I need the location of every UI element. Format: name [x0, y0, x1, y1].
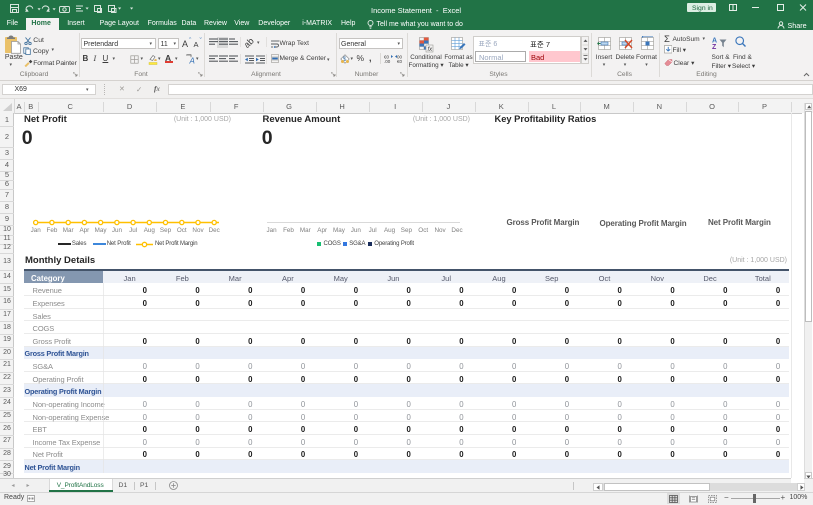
svg-text:A: A: [189, 56, 195, 64]
svg-text:Nov: Nov: [434, 227, 446, 234]
svg-text:€0: €0: [397, 59, 403, 63]
svg-text:Jul: Jul: [369, 227, 377, 234]
svg-text:May: May: [333, 227, 346, 234]
svg-text:Feb: Feb: [46, 227, 57, 234]
svg-text:Oct: Oct: [177, 227, 187, 234]
svg-text:May: May: [95, 227, 108, 234]
svg-text:Jun: Jun: [112, 227, 123, 234]
svg-text:Sep: Sep: [160, 227, 172, 234]
svg-text:Feb: Feb: [283, 227, 294, 234]
svg-text:Jun: Jun: [351, 227, 362, 234]
svg-text:Mar: Mar: [300, 227, 311, 234]
svg-text:Apr: Apr: [79, 227, 89, 234]
svg-text:Dec: Dec: [451, 227, 462, 234]
svg-text:ab: ab: [245, 38, 255, 48]
svg-text:Apr: Apr: [317, 227, 327, 234]
svg-text:Mar: Mar: [63, 227, 74, 234]
svg-text:Aug: Aug: [144, 227, 156, 234]
svg-text:Dec: Dec: [209, 227, 220, 234]
svg-text:Aug: Aug: [384, 227, 396, 234]
svg-text:Nov: Nov: [192, 227, 204, 234]
svg-text:Jul: Jul: [129, 227, 137, 234]
svg-text:.00: .00: [384, 59, 391, 63]
svg-text:Z: Z: [712, 44, 717, 49]
svg-text:Sep: Sep: [401, 227, 413, 234]
svg-text:Jan: Jan: [267, 227, 278, 234]
svg-text:Oct: Oct: [418, 227, 428, 234]
svg-text:Jan: Jan: [31, 227, 42, 234]
